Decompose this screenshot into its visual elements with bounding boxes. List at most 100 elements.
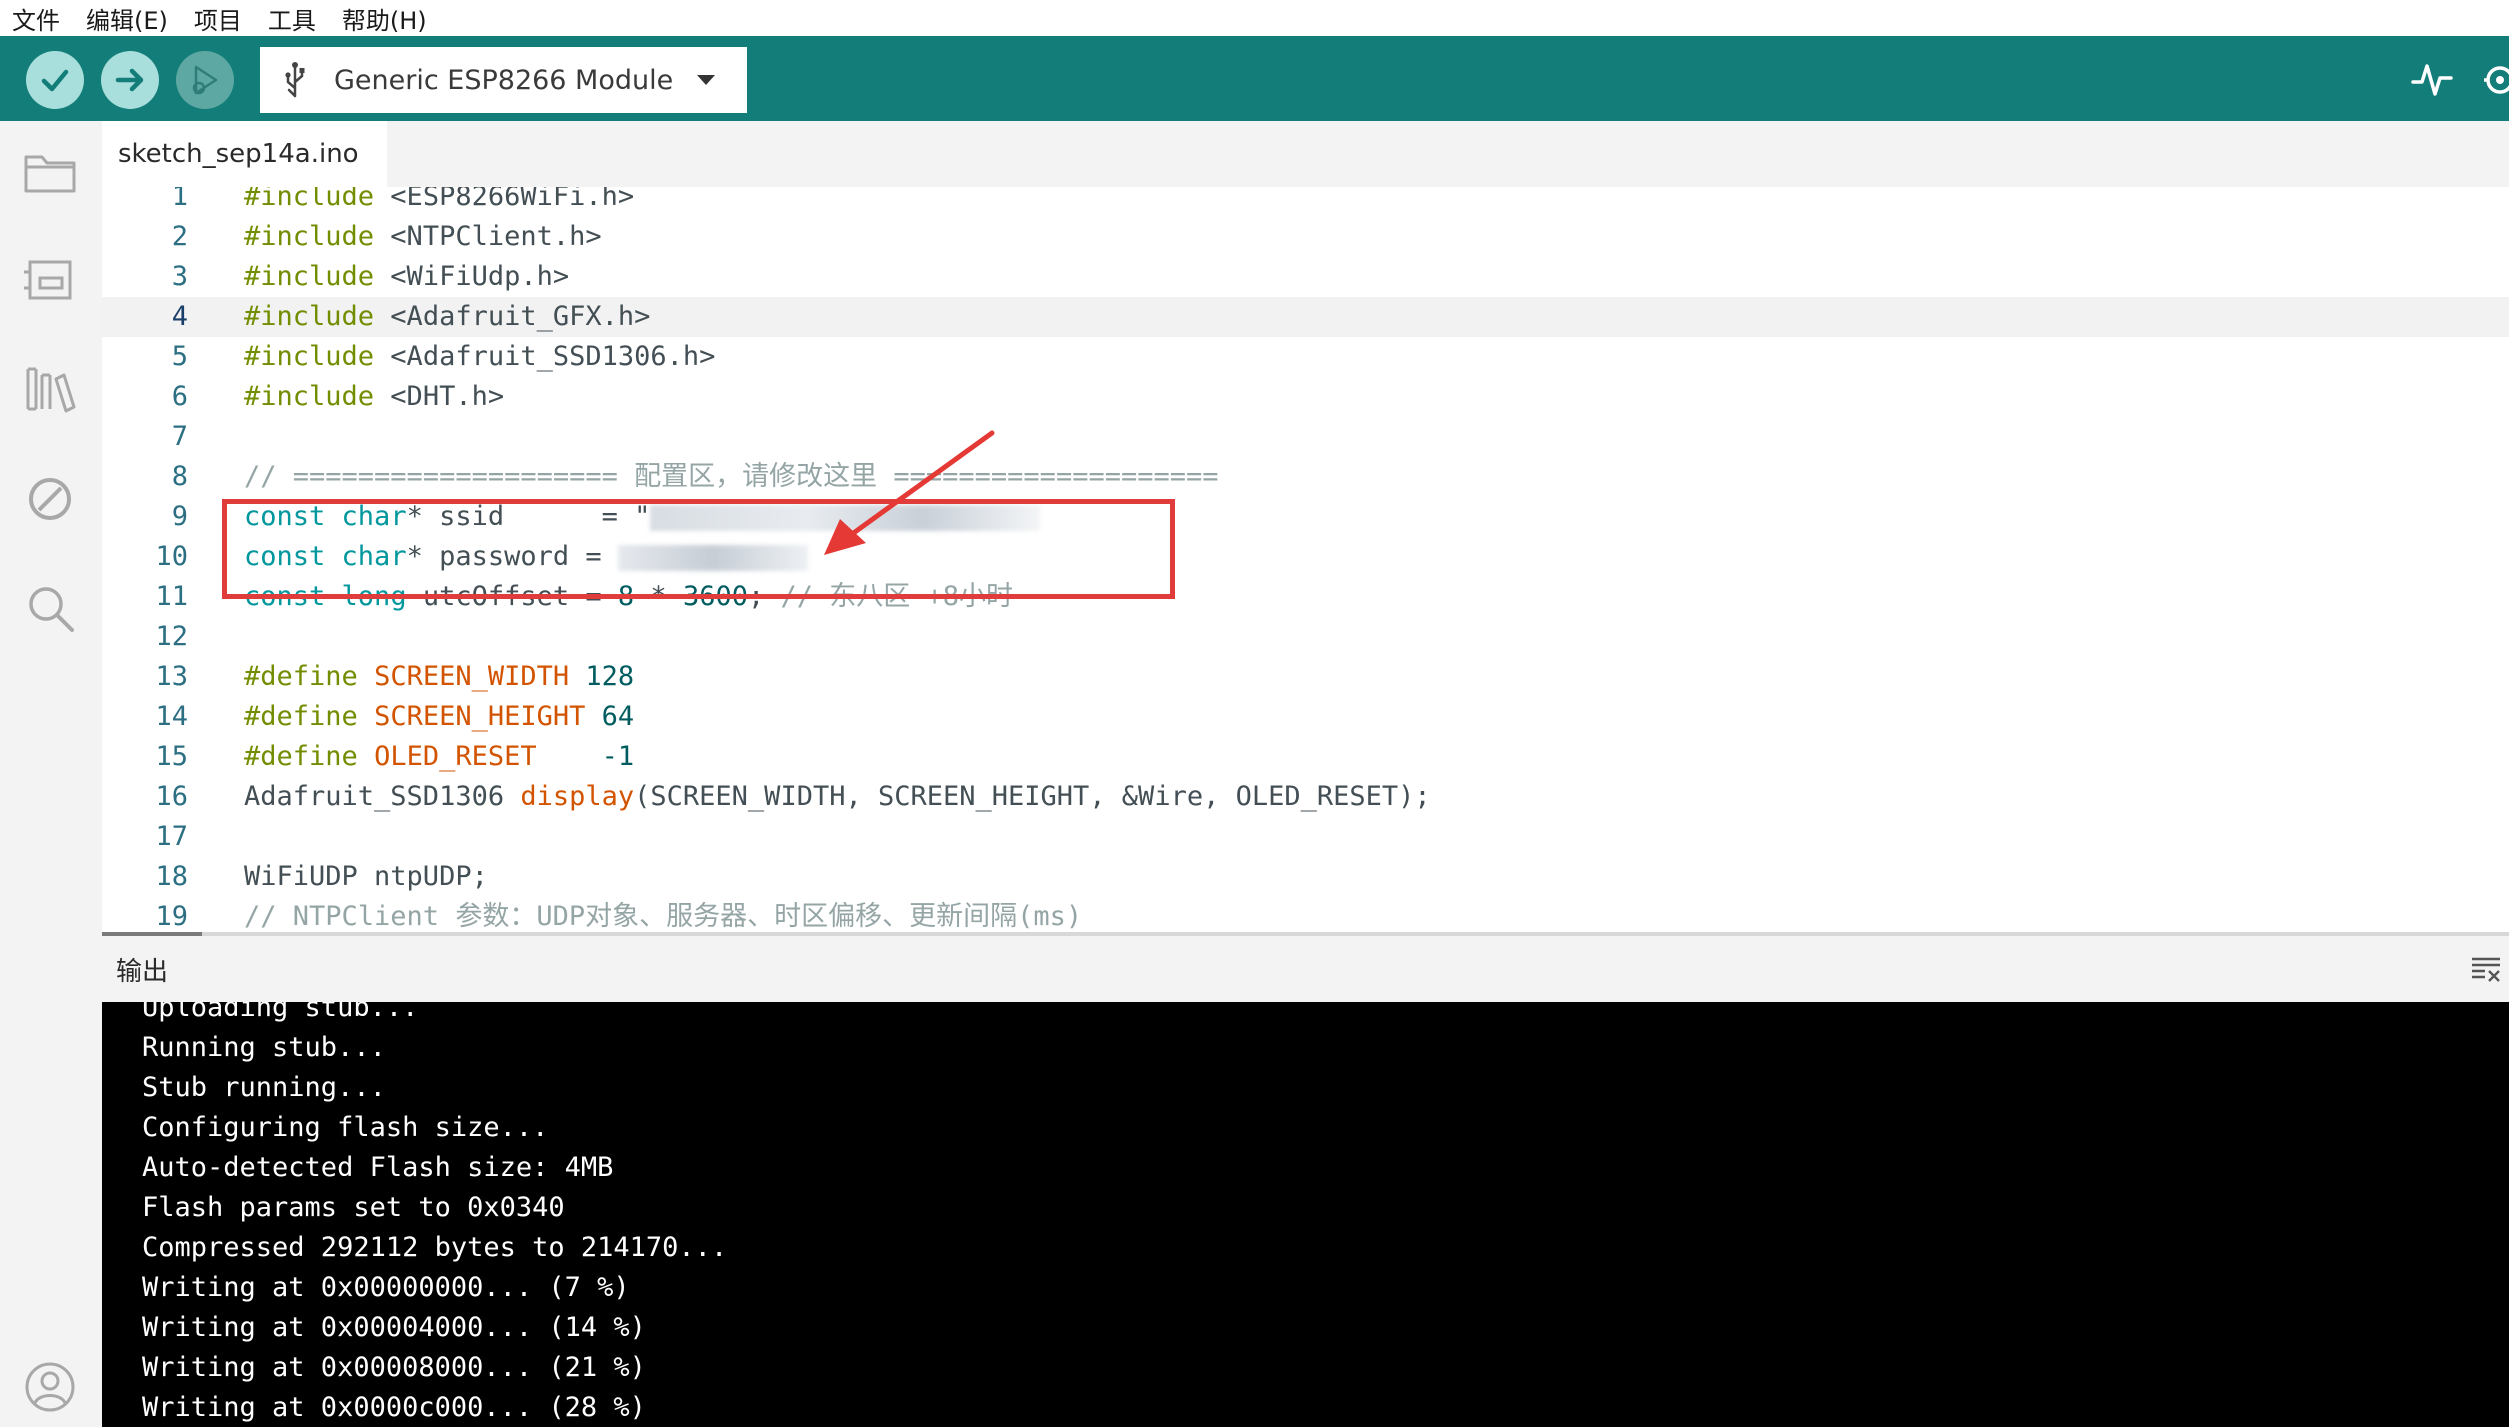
arrow-right-icon (115, 68, 144, 92)
line-number: 4 (171, 301, 188, 332)
tab-filename: sketch_sep14a.ino (118, 139, 359, 169)
code-line[interactable]: 8 // ==================== 配置区，请修改这里 =====… (102, 457, 2509, 497)
code-text: #define OLED_RESET -1 (244, 737, 634, 777)
code-text: Adafruit_SSD1306 display(SCREEN_WIDTH, S… (244, 777, 1431, 817)
code-token: SCREEN_HEIGHT (374, 701, 586, 732)
debug-block-icon[interactable] (22, 471, 78, 527)
upload-button[interactable] (101, 51, 159, 109)
line-number: 2 (171, 221, 188, 252)
code-line[interactable]: 14 #define SCREEN_HEIGHT 64 (102, 697, 2509, 737)
code-text: #include <NTPClient.h> (244, 217, 602, 257)
line-number: 3 (171, 261, 188, 292)
line-number: 7 (171, 421, 188, 452)
board-name: Generic ESP8266 Module (334, 64, 674, 96)
line-number: 17 (155, 821, 188, 852)
output-console[interactable]: Uploading stub... Running stub... Stub run… (102, 1002, 2509, 1427)
magnifier-icon[interactable] (2478, 58, 2509, 102)
line-number: 12 (155, 621, 188, 652)
code-text: #include <Adafruit_GFX.h> (244, 297, 650, 337)
code-text: // ==================== 配置区，请修改这里 ======… (244, 457, 1219, 497)
line-number: 10 (155, 541, 188, 572)
account-icon[interactable] (22, 1359, 78, 1415)
code-line[interactable]: 15 #define OLED_RESET -1 (102, 737, 2509, 777)
menu-tools[interactable]: 工具 (268, 1, 316, 36)
code-text: #include <ESP8266WiFi.h> (244, 187, 634, 217)
output-title: 输出 (116, 956, 169, 987)
editor-tab-bar: sketch_sep14a.ino (102, 121, 2509, 187)
code-line[interactable]: 19 // NTPClient 参数：UDP对象、服务器、时区偏移、更新间隔(ms… (102, 897, 2509, 935)
code-token: #include (244, 341, 375, 372)
debug-button[interactable] (176, 51, 234, 109)
code-token: <WiFiUdp.h> (374, 261, 570, 292)
code-text: #define SCREEN_WIDTH 128 (244, 657, 634, 697)
code-line[interactable]: 16 Adafruit_SSD1306 display(SCREEN_WIDTH,… (102, 777, 2509, 817)
code-line[interactable]: 4 #include <Adafruit_GFX.h> (102, 297, 2509, 337)
debug-icon (192, 65, 218, 95)
code-token: Adafruit_SSD1306 (244, 781, 521, 812)
menu-help[interactable]: 帮助(H) (342, 1, 427, 36)
code-line[interactable]: 18 WiFiUDP ntpUDP; (102, 857, 2509, 897)
clear-output-icon[interactable] (2469, 953, 2503, 985)
line-number: 6 (171, 381, 188, 412)
output-line: Compressed 292112 bytes to 214170... (142, 1232, 728, 1263)
code-line[interactable]: 13 #define SCREEN_WIDTH 128 (102, 657, 2509, 697)
output-line: Flash params set to 0x0340 (142, 1192, 565, 1223)
code-line[interactable]: 2 #include <NTPClient.h> (102, 217, 2509, 257)
menu-edit[interactable]: 编辑(E) (86, 1, 168, 36)
code-token: 64 (601, 701, 635, 732)
code-line[interactable]: 6 #include <DHT.h> (102, 377, 2509, 417)
menu-sketch[interactable]: 项目 (194, 1, 242, 36)
code-text: #include <DHT.h> (244, 377, 504, 417)
output-line: Stub running... (142, 1072, 386, 1103)
tab-sketch[interactable]: sketch_sep14a.ino (102, 121, 387, 187)
code-token: // ==================== 配置区，请修改这里 ======… (244, 461, 1219, 492)
code-token: #define (244, 661, 358, 692)
line-number: 15 (155, 741, 188, 772)
code-line[interactable]: 1 #include <ESP8266WiFi.h> (102, 187, 2509, 217)
activity-sidebar (0, 121, 102, 1427)
code-line[interactable]: 5 #include <Adafruit_SSD1306.h> (102, 337, 2509, 377)
line-number: 14 (155, 701, 188, 732)
code-line[interactable]: 12 (102, 617, 2509, 657)
code-token: #include (244, 261, 375, 292)
code-token: #define (244, 701, 358, 732)
code-token: SCREEN_WIDTH (374, 661, 570, 692)
output-line: Writing at 0x0000c000... (28 %) (142, 1392, 646, 1423)
code-token: <NTPClient.h> (374, 221, 602, 252)
code-token: <Adafruit_GFX.h> (374, 301, 651, 332)
code-line[interactable]: 7 (102, 417, 2509, 457)
line-number: 19 (155, 901, 188, 932)
output-line: Writing at 0x00004000... (14 %) (142, 1312, 646, 1343)
code-line[interactable]: 3 #include <WiFiUdp.h> (102, 257, 2509, 297)
code-token: <ESP8266WiFi.h> (374, 187, 635, 212)
code-text: // NTPClient 参数：UDP对象、服务器、时区偏移、更新间隔(ms) (244, 897, 1082, 935)
code-token: #include (244, 381, 375, 412)
code-token: #include (244, 301, 375, 332)
line-number: 5 (171, 341, 188, 372)
toolbar: Generic ESP8266 Module (0, 36, 2509, 121)
code-token: WiFiUDP ntpUDP; (244, 861, 488, 892)
chevron-down-icon (697, 75, 715, 85)
library-icon[interactable] (22, 361, 78, 417)
annotation-arrow-icon (824, 430, 995, 555)
code-line[interactable]: 17 (102, 817, 2509, 857)
verify-button[interactable] (26, 51, 84, 109)
board-manager-icon[interactable] (22, 252, 78, 308)
output-panel-header: 输出 (102, 936, 2509, 1002)
code-token: 128 (585, 661, 635, 692)
menu-file[interactable]: 文件 (12, 1, 60, 36)
folder-icon[interactable] (22, 145, 78, 201)
code-token: // NTPClient 参数：UDP对象、服务器、时区偏移、更新间隔(ms) (244, 901, 1083, 932)
code-text: #include <Adafruit_SSD1306.h> (244, 337, 715, 377)
code-token: <Adafruit_SSD1306.h> (374, 341, 716, 372)
board-selector[interactable]: Generic ESP8266 Module (260, 47, 747, 113)
code-text: #include <WiFiUdp.h> (244, 257, 569, 297)
search-icon[interactable] (22, 581, 78, 637)
pulse-icon[interactable] (2410, 58, 2454, 102)
line-number: 9 (171, 501, 188, 532)
code-token: -1 (601, 741, 635, 772)
